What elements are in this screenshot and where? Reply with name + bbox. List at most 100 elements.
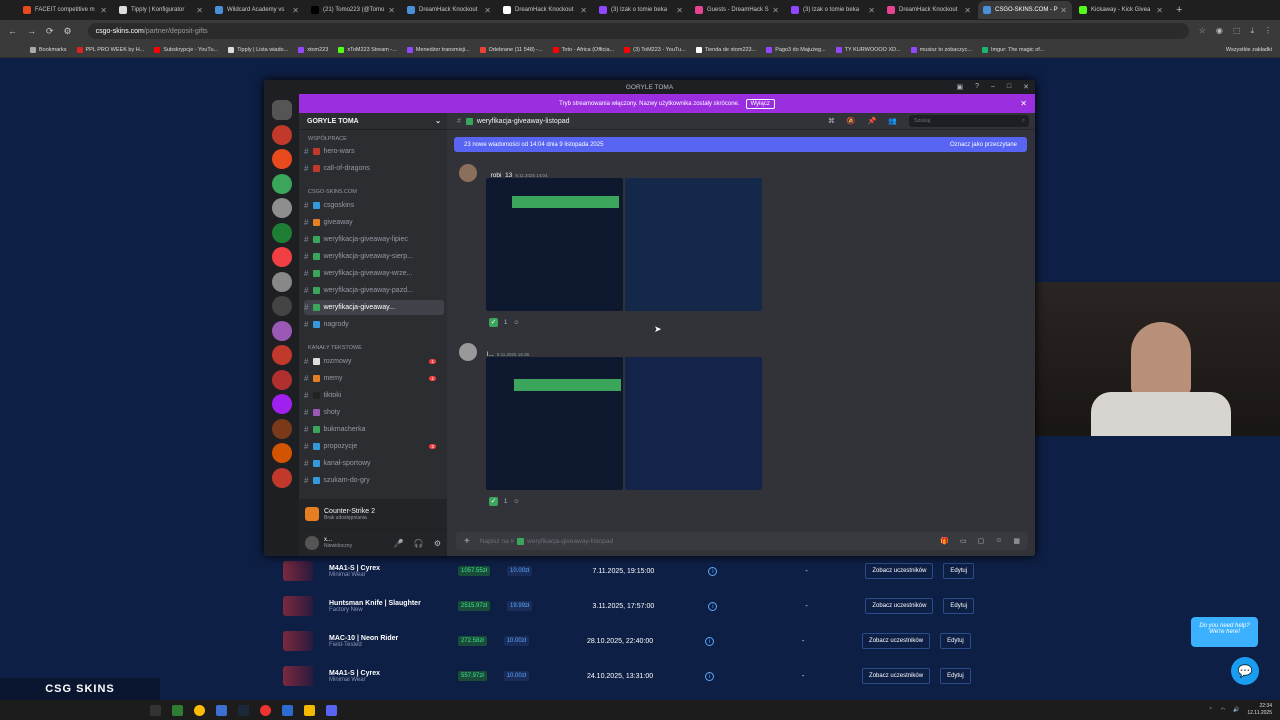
check-reaction-icon[interactable]: ✓ — [489, 318, 498, 327]
channel-item[interactable]: # kanał-sportowy — [304, 456, 444, 471]
extension-icon[interactable]: ◉ — [1216, 26, 1223, 36]
forward-icon[interactable]: → — [27, 26, 36, 36]
server-icon[interactable] — [272, 296, 292, 316]
edit-button[interactable]: Edytuj — [940, 633, 971, 649]
server-icon[interactable] — [272, 173, 292, 194]
bookmark-item[interactable]: musisz to zobaczyc... — [910, 46, 972, 53]
taskbar-app-icon[interactable] — [172, 704, 183, 716]
server-icon[interactable] — [272, 394, 292, 414]
banner-close-icon[interactable]: ✕ — [1020, 99, 1027, 108]
avatar[interactable] — [459, 343, 477, 361]
tab-close-icon[interactable]: ✕ — [196, 6, 203, 15]
mute-icon[interactable]: 🔕 — [847, 117, 856, 125]
channel-item[interactable]: # csgoskins — [304, 198, 444, 213]
bookmark-item[interactable]: TY KURWOOOO XD... — [835, 46, 901, 53]
channel-category[interactable]: WSPÓŁPRACE — [308, 136, 347, 142]
server-icon[interactable] — [272, 369, 292, 390]
browser-tab[interactable]: Tipply | Konfigurator ✕ — [114, 1, 208, 19]
info-icon[interactable]: i — [705, 671, 715, 681]
tab-close-icon[interactable]: ✕ — [964, 6, 971, 15]
browser-tab[interactable]: Guests - DreamHack S ✕ — [690, 1, 784, 19]
view-participants-button[interactable]: Zobacz uczestników — [865, 563, 934, 579]
tab-close-icon[interactable]: ✕ — [1156, 6, 1163, 15]
bookmark-item[interactable]: Subskrypcje - YouTu... — [154, 46, 218, 53]
help-icon[interactable]: ? — [975, 83, 979, 91]
browser-tab[interactable]: FACEIT competitive m ✕ — [18, 1, 112, 19]
gif-icon[interactable]: ▭ — [960, 537, 967, 545]
taskbar-app-icon[interactable] — [150, 704, 161, 716]
server-icon[interactable] — [272, 443, 292, 463]
edit-button[interactable]: Edytuj — [943, 598, 975, 614]
channel-item[interactable]: # weryfikacja-giveaway... — [304, 300, 444, 315]
attachment-image[interactable] — [625, 357, 762, 490]
bookmark-item[interactable]: xtom223 — [298, 46, 328, 53]
bookmark-item[interactable]: Tienda de xtom223... — [695, 46, 756, 53]
view-participants-button[interactable]: Zobacz uczestników — [865, 598, 934, 614]
url-field[interactable]: csgo-skins.com /partner/deposit-gifts — [87, 23, 1189, 39]
channel-item[interactable]: # weryfikacja-giveaway-wrze... — [304, 266, 444, 281]
tray-arrow-icon[interactable]: ⌃ — [1209, 707, 1213, 713]
browser-tab[interactable]: Kickaway - Kick Givea ✕ — [1074, 1, 1168, 19]
bookmark-item[interactable]: Tipply | Lista wiado... — [228, 46, 288, 53]
channel-category[interactable]: KANAŁY TEKSTOWE — [308, 345, 362, 351]
server-icon[interactable] — [272, 198, 292, 218]
server-icon[interactable] — [272, 222, 292, 243]
channel-item[interactable]: # tiktoki — [304, 388, 444, 403]
tab-close-icon[interactable]: ✕ — [292, 6, 299, 15]
view-participants-button[interactable]: Zobacz uczestników — [862, 633, 931, 649]
tab-close-icon[interactable]: ✕ — [580, 6, 587, 15]
members-icon[interactable]: 👥 — [888, 117, 897, 125]
help-bubble[interactable]: Do you need help? We're here! — [1191, 617, 1258, 647]
minimize-icon[interactable]: – — [991, 83, 995, 91]
guild-header[interactable]: GORYLE TOMA ⌄ — [299, 113, 447, 130]
channel-item[interactable]: # shoty — [304, 405, 444, 420]
channel-item[interactable]: # rozmowy 1 — [304, 354, 444, 369]
bookmark-item[interactable]: Imgur: The magic of... — [981, 46, 1044, 53]
browser-tab[interactable]: Wildcard Academy vs ✕ — [210, 1, 304, 19]
tab-close-icon[interactable]: ✕ — [484, 6, 491, 15]
bookmark-item[interactable]: Menedżer transmisji... — [406, 46, 470, 53]
disable-streamer-button[interactable]: Wyłącz — [745, 98, 775, 109]
back-icon[interactable]: ← — [8, 26, 17, 36]
steam-icon[interactable] — [238, 704, 249, 716]
channel-item[interactable]: # propozycje 2 — [304, 439, 444, 454]
avatar[interactable] — [459, 164, 477, 182]
channel-item[interactable]: # hero-wars — [304, 144, 444, 159]
channel-item[interactable]: # weryfikacja-giveaway-sierp... — [304, 249, 444, 264]
channel-item[interactable]: # nagrody — [304, 317, 444, 332]
browser-tab[interactable]: DreamHack Knockout ✕ — [882, 1, 976, 19]
bookmark-item[interactable]: PPL PRO WEEK by H... — [76, 46, 144, 53]
puzzle-icon[interactable]: ⬚ — [1233, 26, 1241, 36]
tab-close-icon[interactable]: ✕ — [1060, 6, 1067, 15]
tab-close-icon[interactable]: ✕ — [388, 6, 395, 15]
search-input[interactable]: Szukaj ⌕ — [909, 115, 1029, 127]
server-icon[interactable] — [272, 320, 292, 341]
bookmark-item[interactable]: Bookmarks — [30, 46, 67, 53]
activity-panel[interactable]: Counter-Strike 2 Brak udostępniania — [299, 499, 447, 529]
check-reaction-icon[interactable]: ✓ — [489, 497, 498, 506]
taskbar-app-icon[interactable] — [282, 704, 293, 716]
server-icon[interactable] — [272, 124, 292, 145]
gift-icon[interactable]: 🎁 — [940, 537, 949, 545]
channel-item[interactable]: # bukmacherka — [304, 422, 444, 437]
edit-button[interactable]: Edytuj — [943, 563, 975, 579]
menu-icon[interactable]: ⋮ — [1264, 26, 1272, 36]
bookmark-item[interactable]: Odebrane (11 548) -... — [479, 46, 543, 53]
bookmark-item[interactable]: Pago3 do Majużeg... — [766, 46, 826, 53]
settings-gear-icon[interactable]: ⚙ — [434, 539, 441, 548]
volume-icon[interactable]: 🔊 — [1233, 707, 1239, 713]
tab-close-icon[interactable]: ✕ — [772, 6, 779, 15]
info-icon[interactable]: i — [705, 636, 715, 646]
channel-category[interactable]: CSGO-SKINS.COM — [308, 189, 357, 195]
browser-tab[interactable]: CSGO-SKINS.COM - P ✕ — [978, 1, 1072, 19]
browser-tab[interactable]: (3) Izak o tomie beka ✕ — [594, 1, 688, 19]
emoji-icon[interactable]: ☺ — [995, 537, 1002, 545]
server-icon[interactable] — [272, 100, 292, 120]
channel-item[interactable]: # weryfikacja-giveaway-lipiec — [304, 232, 444, 247]
channel-item[interactable]: # call-of-dragons — [304, 161, 444, 176]
maximize-icon[interactable]: □ — [1007, 83, 1011, 91]
message-composer[interactable]: + Napisz na # weryfikacja-giveaway-listo… — [456, 532, 1028, 550]
tab-close-icon[interactable]: ✕ — [868, 6, 875, 15]
channel-item[interactable]: # giveaway — [304, 215, 444, 230]
chat-icon[interactable]: 💬 — [1231, 657, 1259, 685]
